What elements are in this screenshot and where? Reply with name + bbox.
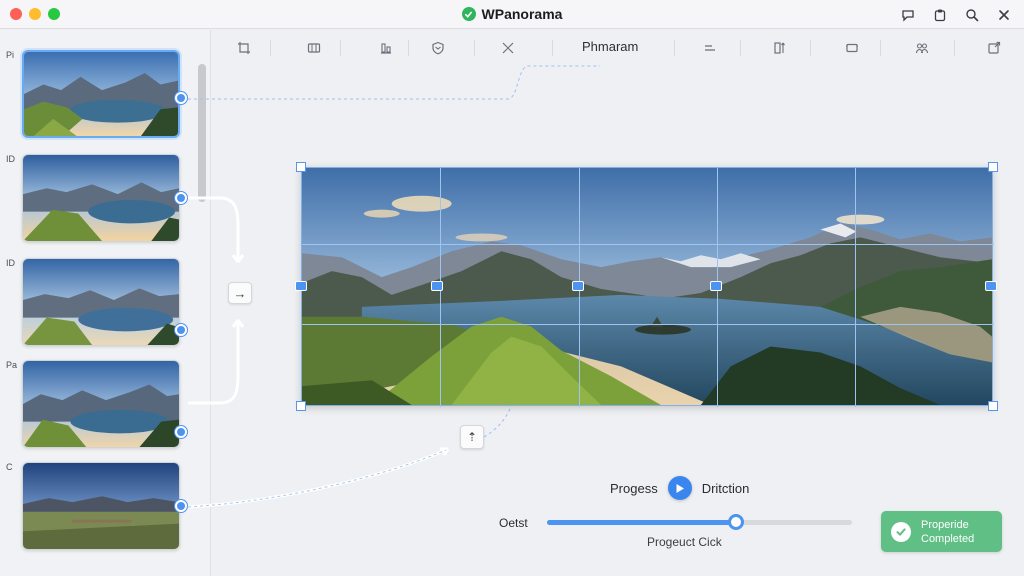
merge-button[interactable]: →	[228, 282, 252, 304]
toolbar-title: Phmaram	[582, 39, 639, 54]
thumbnail-item[interactable]: Pa	[0, 360, 200, 452]
align-icon[interactable]	[374, 36, 398, 60]
toolbar-divider	[408, 40, 409, 56]
merge-arrow-icon: →	[233, 285, 247, 301]
close-icon[interactable]	[994, 5, 1014, 25]
export-icon[interactable]	[982, 36, 1006, 60]
toolbar-divider	[674, 40, 675, 56]
resize-handle-top-right[interactable]	[988, 162, 998, 172]
search-icon[interactable]	[962, 5, 982, 25]
status-line-1: Properide	[921, 518, 969, 531]
seam-handle[interactable]	[295, 281, 307, 291]
status-badge-text: Properide Completed	[921, 518, 974, 546]
progress-row: Progess Dritction	[610, 476, 749, 500]
distribute-icon[interactable]	[698, 36, 722, 60]
seam-handle[interactable]	[710, 281, 722, 291]
move-up-button[interactable]: ⇡	[460, 425, 484, 449]
toolbar-divider	[954, 40, 955, 56]
maximize-window-button[interactable]	[48, 8, 60, 20]
title-actions	[898, 5, 1014, 25]
direction-label: Dritction	[701, 480, 750, 496]
thumbnail-connector-dot[interactable]	[175, 500, 187, 512]
app-logo-icon	[461, 7, 476, 21]
layers-icon[interactable]	[302, 36, 326, 60]
slider-fill	[547, 520, 737, 525]
slider-caption: Progeuct Cick	[647, 535, 722, 549]
crop-icon[interactable]	[232, 36, 256, 60]
app-title-text: WPanorama	[481, 6, 563, 22]
app-title: WPanorama	[461, 6, 563, 22]
status-badge: Properide Completed	[881, 511, 1002, 552]
clipboard-icon[interactable]	[930, 5, 950, 25]
close-window-button[interactable]	[10, 8, 22, 20]
thumbnail-item[interactable]: ID	[0, 258, 200, 350]
progress-label: Progess	[610, 480, 658, 496]
toolbar: Phmaram	[212, 30, 1024, 66]
thumbnail-item[interactable]: C	[0, 462, 200, 554]
thumbnail-connector-dot[interactable]	[175, 324, 187, 336]
resize-handle-top-left[interactable]	[296, 162, 306, 172]
shield-icon[interactable]	[426, 36, 450, 60]
toolbar-divider	[880, 40, 881, 56]
play-icon	[676, 483, 684, 493]
slider-knob[interactable]	[728, 514, 745, 530]
panorama-canvas[interactable]	[295, 162, 998, 411]
title-bar: WPanorama	[0, 0, 1024, 29]
check-icon	[891, 521, 911, 542]
thumbnail-image[interactable]	[22, 50, 180, 138]
thumbnail-label: C	[6, 462, 13, 472]
thumbnail-item[interactable]: ID	[0, 154, 200, 246]
thumbnail-connector-dot[interactable]	[175, 92, 187, 104]
grid-line	[302, 244, 994, 245]
chat-icon[interactable]	[898, 5, 918, 25]
thumbnail-connector-dot[interactable]	[175, 426, 187, 438]
move-arrow-icon: ⇡	[466, 430, 478, 444]
people-icon[interactable]	[910, 36, 934, 60]
toolbar-divider	[552, 40, 553, 56]
grid-line	[302, 324, 994, 325]
split-icon[interactable]	[768, 36, 792, 60]
thumbnail-image[interactable]	[22, 154, 180, 242]
thumbnail-label: Pi	[6, 50, 15, 60]
seam-handle[interactable]	[572, 281, 584, 291]
thumbnail-label: ID	[6, 154, 15, 164]
toolbar-divider	[810, 40, 811, 56]
thumbnail-image[interactable]	[22, 360, 180, 448]
play-button[interactable]	[667, 476, 692, 500]
thumbnail-item[interactable]: Pi	[0, 50, 200, 142]
toolbar-divider	[340, 40, 341, 56]
image-sidebar: Pi ID ID Pa C	[0, 30, 211, 576]
seam-handle[interactable]	[985, 281, 997, 291]
slider-label: Oetst	[499, 516, 528, 530]
status-line-2: Completed	[921, 532, 975, 545]
window-controls	[10, 8, 60, 20]
toolbar-divider	[270, 40, 271, 56]
transform-icon[interactable]	[496, 36, 520, 60]
minimize-window-button[interactable]	[29, 8, 41, 20]
thumbnail-image[interactable]	[22, 258, 180, 346]
thumbnail-label: Pa	[6, 360, 18, 370]
progress-slider[interactable]	[547, 514, 852, 530]
frame-icon[interactable]	[840, 36, 864, 60]
seam-handle[interactable]	[431, 281, 443, 291]
alignment-grid	[302, 168, 994, 407]
toolbar-divider	[474, 40, 475, 56]
thumbnail-connector-dot[interactable]	[175, 192, 187, 204]
thumbnail-label: ID	[6, 258, 15, 268]
grid-line	[855, 168, 856, 407]
thumbnail-image[interactable]	[22, 462, 180, 550]
resize-handle-bottom-left[interactable]	[296, 401, 306, 411]
toolbar-divider	[740, 40, 741, 56]
resize-handle-bottom-right[interactable]	[988, 401, 998, 411]
